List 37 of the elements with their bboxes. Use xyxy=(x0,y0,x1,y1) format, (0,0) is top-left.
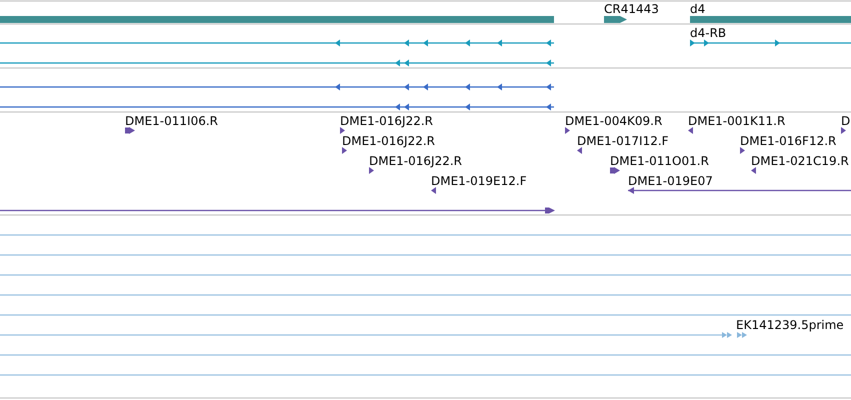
gene-feature[interactable] xyxy=(604,16,627,23)
est-label: DME1-016J22.R xyxy=(342,134,436,148)
gene-label: d4 xyxy=(690,2,706,16)
est-feature[interactable] xyxy=(565,127,570,134)
est-label: DME1-004K09.R xyxy=(565,114,662,128)
est-label: DME1-011I06.R xyxy=(125,114,218,128)
est-label: DME1-016F12.R xyxy=(740,134,836,148)
est-label: DME1-019E07 xyxy=(628,174,713,188)
est-label: DME1-017I12.F xyxy=(577,134,669,148)
est-feature[interactable] xyxy=(628,187,851,194)
transcript-feature[interactable] xyxy=(0,40,554,46)
est-feature[interactable] xyxy=(751,167,756,174)
est-feature[interactable] xyxy=(577,147,582,154)
est-feature[interactable] xyxy=(342,147,347,154)
transcript-feature[interactable] xyxy=(690,40,851,46)
est-feature[interactable] xyxy=(841,127,846,134)
est-feature[interactable] xyxy=(0,208,555,214)
est-label: DME1-019E12.F xyxy=(431,174,527,188)
transcript-feature[interactable] xyxy=(0,84,554,90)
est-label: DME1-021C19.R xyxy=(751,154,849,168)
transcript-feature[interactable] xyxy=(0,104,554,110)
est-label: DME1-011O01.R xyxy=(610,154,709,168)
est-label: D xyxy=(841,114,850,128)
est-label: DME1-001K11.R xyxy=(688,114,786,128)
transcript-label: d4-RB xyxy=(690,26,726,40)
est-feature[interactable] xyxy=(740,147,745,154)
est-feature[interactable] xyxy=(125,127,135,134)
est-feature[interactable] xyxy=(610,167,620,174)
est-feature[interactable] xyxy=(688,127,693,134)
est-label: DME1-016J22.R xyxy=(340,114,434,128)
est-label: DME1-016J22.R xyxy=(369,154,462,168)
est-feature[interactable] xyxy=(431,187,436,194)
gene-label: CR41443 xyxy=(604,2,659,16)
transcript-feature[interactable] xyxy=(0,60,554,66)
est-feature[interactable] xyxy=(369,167,374,174)
read-label: EK141239.5prime xyxy=(736,318,844,332)
est-feature[interactable] xyxy=(340,127,345,134)
